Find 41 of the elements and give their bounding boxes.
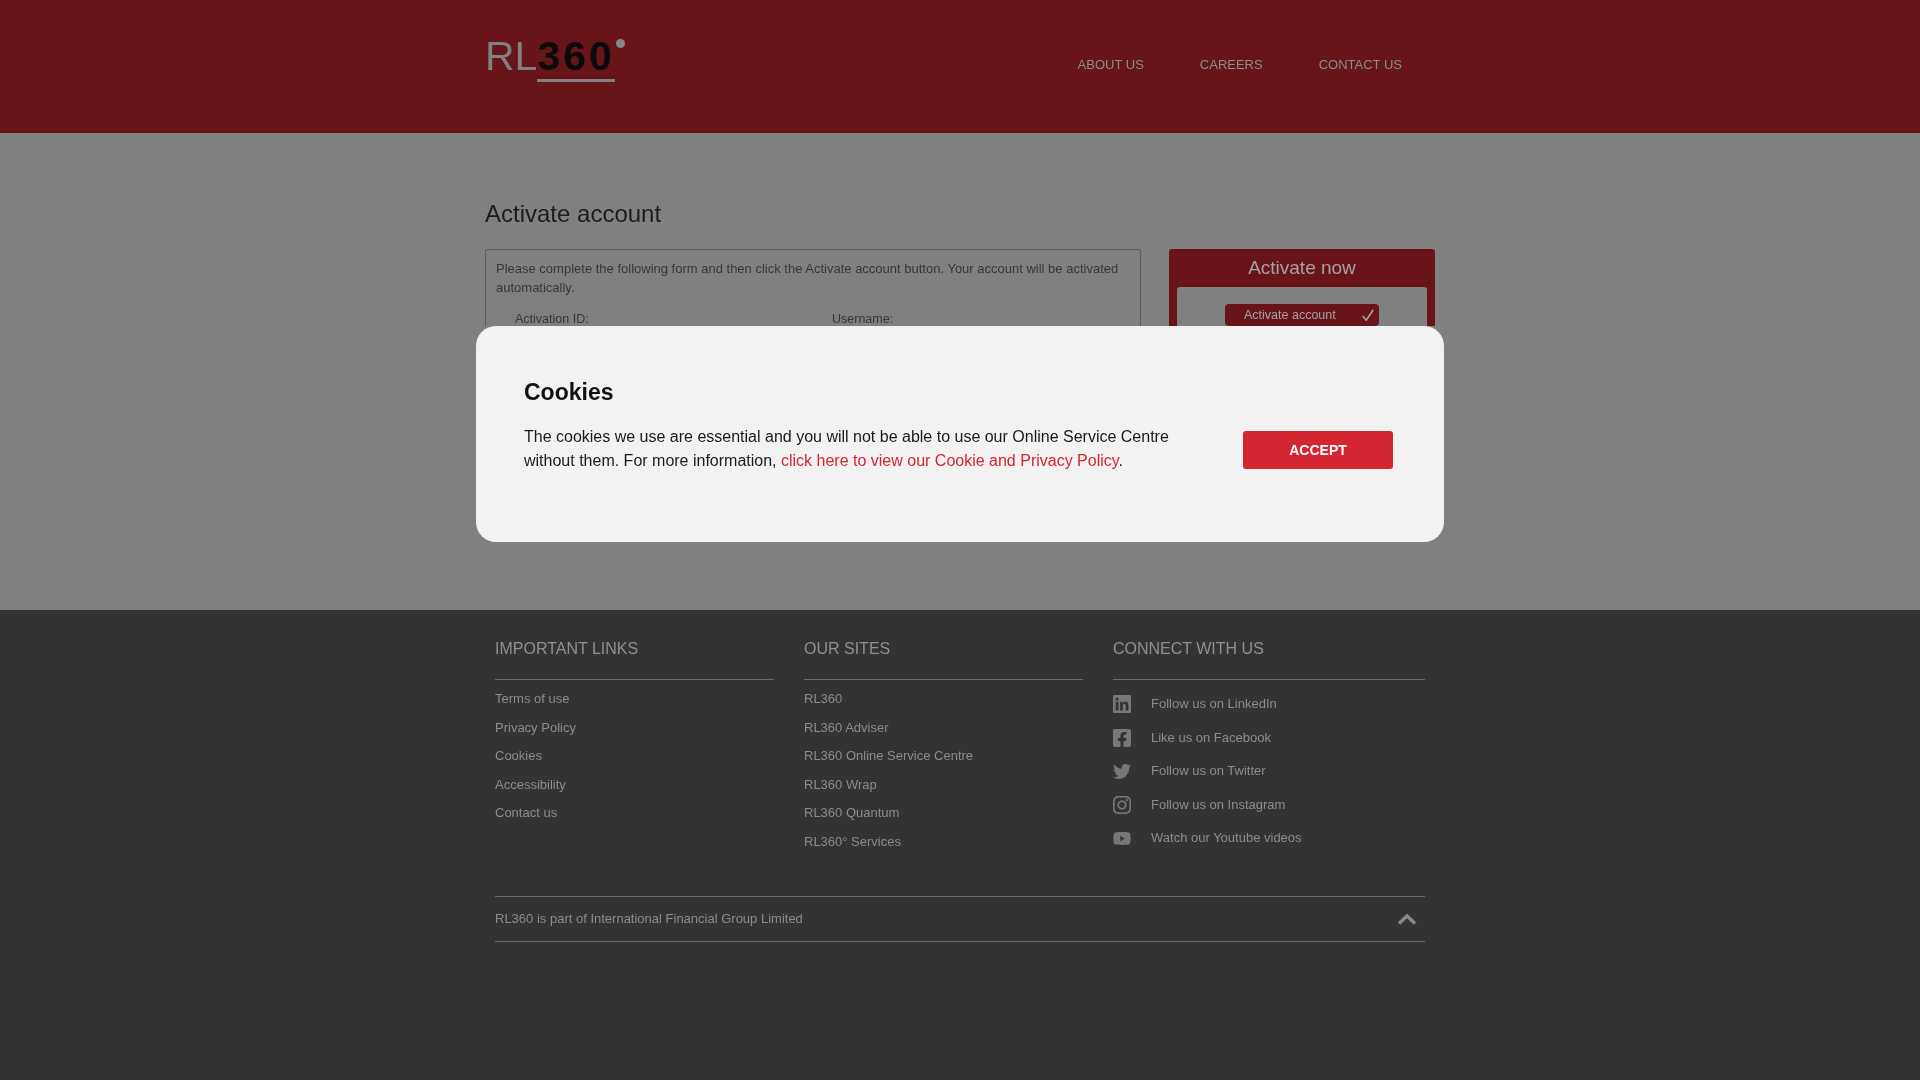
footer-link[interactable]: Accessibility [495,775,566,794]
form-intro: Please complete the following form and then click the Activate account button. Your account will be activated automatically. [496,260,1120,297]
footer-link[interactable]: RL360 Adviser [804,718,889,737]
footer-link[interactable]: RL360 [804,690,843,708]
footer-link[interactable]: Contact us [495,804,558,823]
field-label: Username: [832,313,895,326]
footer-link[interactable]: Privacy Policy [495,718,576,737]
social-link[interactable]: Follow us on Instagram [1151,795,1286,814]
dialog-title: Cookies [524,378,615,406]
panel-title: Activate now [1247,256,1357,280]
footer-link[interactable]: Cookies [495,747,542,766]
accept-button[interactable]: ACCEPT [1243,431,1393,469]
check-icon [1362,309,1374,321]
logo[interactable]: RL360 [485,33,615,80]
chevron-up-icon[interactable] [1397,912,1417,925]
footer-heading: OUR SITES [804,639,892,659]
page-title: Activate account [485,200,663,228]
social-link[interactable]: Watch our Youtube videos [1151,829,1302,847]
footer-link[interactable]: RL360° Services [804,832,901,851]
footer-link[interactable]: RL360 Wrap [804,775,877,794]
linkedin-icon[interactable] [1113,695,1131,713]
nav-link[interactable]: CAREERS [1199,57,1263,73]
legal-text: RL360 is part of International Financial Group Limited [495,909,803,928]
social-link[interactable]: Follow us on LinkedIn [1151,695,1277,713]
nav-link[interactable]: CONTACT US [1318,57,1402,73]
privacy-policy-link[interactable]: click here to view our Cookie and Privacy Policy [781,452,1119,469]
nav-link[interactable]: ABOUT US [1077,57,1144,73]
twitter-bird-icon[interactable] [1113,763,1131,779]
activate-account-button[interactable]: Activate account [1225,304,1379,326]
cookie-notice-text: The cookies we use are essential and you will not be able to use our Online Service Centre without them. For more information, click here to view our Cookie and Privacy Policy. [524,427,1170,471]
facebook-icon[interactable] [1113,728,1131,747]
footer-link[interactable]: Terms of use [495,690,570,708]
footer-link[interactable]: RL360 Online Service Centre [804,747,974,766]
footer-heading: IMPORTANT LINKS [495,639,640,659]
instagram-icon[interactable] [1113,795,1131,814]
youtube-icon[interactable] [1113,831,1131,845]
field-label: Activation ID: [515,313,590,326]
social-link[interactable]: Follow us on Twitter [1151,762,1266,780]
social-link[interactable]: Like us on Facebook [1151,728,1271,747]
footer-heading: CONNECT WITH US [1113,639,1265,659]
footer-link[interactable]: RL360 Quantum [804,804,900,823]
